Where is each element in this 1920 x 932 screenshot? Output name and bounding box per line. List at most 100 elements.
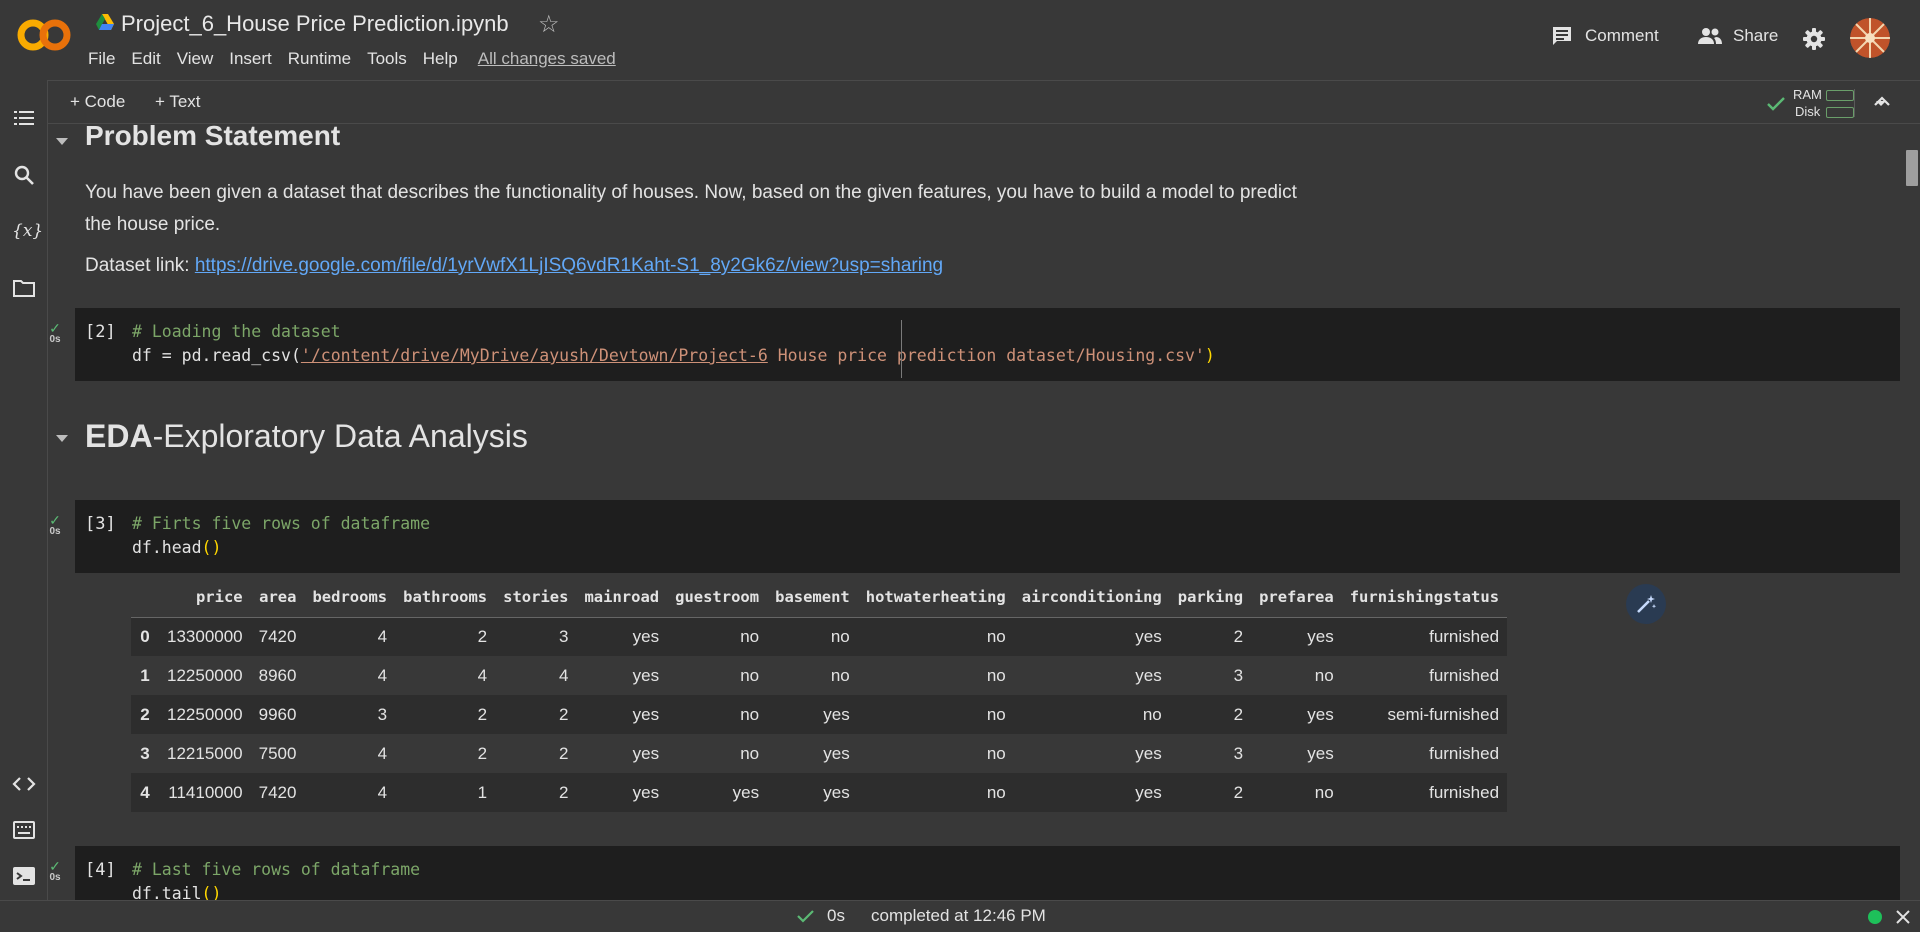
left-sidebar: {x} <box>0 80 48 900</box>
notebook-main: Problem Statement You have been given a … <box>49 125 1900 900</box>
text-cursor <box>901 320 902 378</box>
execution-count: [4] <box>85 860 116 880</box>
code-prefix: df.head <box>132 538 202 557</box>
close-icon[interactable] <box>1896 910 1910 924</box>
executed-check-icon: ✓ <box>49 320 61 336</box>
command-palette-icon[interactable] <box>12 818 36 842</box>
code-path-link[interactable]: '/content/drive/MyDrive/ayush/Devtown/Pr… <box>301 346 768 365</box>
table-row: 4 11410000 7420 4 1 2 yes yes yes no yes 2 no furnish… <box>131 773 1508 812</box>
menu-tools[interactable]: Tools <box>367 49 407 69</box>
table-cell: no <box>857 773 1014 812</box>
table-cell: 3 <box>1233 743 1244 763</box>
dataframe-output-table: price area bedrooms bathrooms stories mainroa… <box>131 577 1508 812</box>
status-time: 0s <box>827 906 845 925</box>
magic-wand-icon <box>1637 595 1657 613</box>
table-cell: 7500 <box>258 743 297 763</box>
google-drive-icon <box>96 14 114 30</box>
status-check-icon <box>797 910 814 923</box>
code-paren: () <box>201 884 222 900</box>
row-index: 4 <box>131 773 159 812</box>
table-row: 3 12215000 7500 4 2 2 yes no yes no yes 3 yes furnish… <box>131 734 1507 773</box>
problem-description: You have been given a dataset that descr… <box>85 177 1297 241</box>
table-cell: yes <box>632 665 660 685</box>
table-cell: furnished <box>1341 617 1508 656</box>
table-cell: 4 <box>304 617 396 656</box>
collapse-chevron-up-icon[interactable] <box>1874 96 1890 106</box>
add-text-button[interactable]: + Text <box>155 92 201 112</box>
column-header: furnishingstatus <box>1349 587 1500 606</box>
cell-execution-status[interactable]: ✓ 0s <box>49 859 65 883</box>
table-cell: 4 <box>558 665 569 685</box>
cell-execution-status[interactable]: ✓ 0s <box>49 320 65 345</box>
table-row: 2 12250000 9960 3 2 2 yes no yes no no 2 yes semi-fur… <box>131 695 1508 734</box>
menu-bar: File Edit View Insert Runtime Tools Help… <box>88 49 632 69</box>
connection-status-dot[interactable] <box>1868 910 1882 924</box>
status-completed[interactable]: completed at 12:46 PM <box>871 906 1046 926</box>
section-collapse-caret-icon[interactable] <box>56 138 68 145</box>
code-cell-3[interactable]: ✓ 0s [3] # Firts five rows of dataframe … <box>49 500 1900 573</box>
terminal-icon[interactable] <box>12 864 36 888</box>
resources-indicator[interactable]: RAM Disk <box>1713 85 1886 121</box>
table-cell: no <box>857 617 1014 656</box>
menu-help[interactable]: Help <box>423 49 458 69</box>
dataset-label: Dataset link: <box>85 255 195 276</box>
table-cell: yes <box>667 773 768 812</box>
table-cell: 11410000 <box>159 773 251 812</box>
star-icon[interactable]: ☆ <box>538 10 560 39</box>
table-cell: 4 <box>304 773 396 812</box>
section-collapse-caret-icon[interactable] <box>56 435 68 442</box>
connected-check-icon <box>1767 97 1785 111</box>
menu-edit[interactable]: Edit <box>131 49 160 69</box>
table-cell: yes <box>1251 695 1342 734</box>
table-of-contents-icon[interactable] <box>12 106 36 130</box>
cell-execution-status[interactable]: ✓ 0s <box>49 513 65 537</box>
user-avatar[interactable] <box>1850 18 1890 58</box>
column-header: mainroad <box>584 587 660 606</box>
menu-runtime[interactable]: Runtime <box>288 49 351 69</box>
table-cell: 9960 <box>250 695 305 734</box>
table-cell: 2 <box>1169 773 1252 812</box>
table-cell: 2 <box>495 773 577 812</box>
code-comment: # Last five rows of dataframe <box>132 860 421 879</box>
table-cell: no <box>830 665 850 685</box>
menu-insert[interactable]: Insert <box>229 49 272 69</box>
eda-title-rest: -Exploratory Data Analysis <box>152 418 528 454</box>
table-row: 0 13300000 7420 4 2 3 yes no no no yes 2 yes furnishe… <box>131 617 1508 656</box>
code-snippets-icon[interactable] <box>12 772 36 796</box>
code-paren: () <box>201 538 222 557</box>
vertical-scrollbar[interactable] <box>1904 125 1920 900</box>
files-folder-icon[interactable] <box>12 276 36 300</box>
add-code-button[interactable]: + Code <box>70 92 125 112</box>
table-cell: no <box>767 617 858 656</box>
table-cell: furnished <box>1341 773 1508 812</box>
menu-view[interactable]: View <box>177 49 214 69</box>
comment-button[interactable]: Comment <box>1551 26 1659 46</box>
colab-logo[interactable] <box>16 18 72 52</box>
ram-label: RAM <box>1793 87 1822 102</box>
save-status[interactable]: All changes saved <box>478 49 616 69</box>
table-cell: yes <box>1013 773 1170 812</box>
settings-gear-icon[interactable] <box>1803 28 1825 50</box>
suggest-chart-button[interactable] <box>1626 584 1666 624</box>
notebook-title[interactable]: Project_6_House Price Prediction.ipynb <box>121 11 509 37</box>
column-header: area <box>259 587 297 606</box>
dataset-link-line: Dataset link: https://drive.google.com/f… <box>85 250 943 282</box>
row-index: 2 <box>131 695 159 734</box>
share-button[interactable]: Share <box>1697 26 1778 46</box>
table-cell: yes <box>632 743 660 763</box>
table-header-row: price area bedrooms bathrooms stories mainroa… <box>131 577 1508 617</box>
search-icon[interactable] <box>12 163 36 187</box>
table-cell: 7420 <box>250 617 305 656</box>
column-header: parking <box>1177 587 1244 606</box>
menu-file[interactable]: File <box>88 49 115 69</box>
share-people-icon <box>1698 28 1722 44</box>
scrollbar-thumb[interactable] <box>1906 150 1918 186</box>
dataset-link[interactable]: https://drive.google.com/file/d/1yrVwfX1… <box>195 255 943 276</box>
table-cell: 2 <box>1169 695 1252 734</box>
table-cell: no <box>740 743 760 763</box>
code-cell-4[interactable]: ✓ 0s [4] # Last five rows of dataframe d… <box>49 846 1900 900</box>
variables-icon[interactable]: {x} <box>12 219 43 243</box>
table-cell: furnished <box>1429 665 1500 685</box>
code-cell-2[interactable]: ✓ 0s [2] # Loading the dataset df = pd.r… <box>49 308 1900 381</box>
comment-icon <box>1553 27 1571 45</box>
